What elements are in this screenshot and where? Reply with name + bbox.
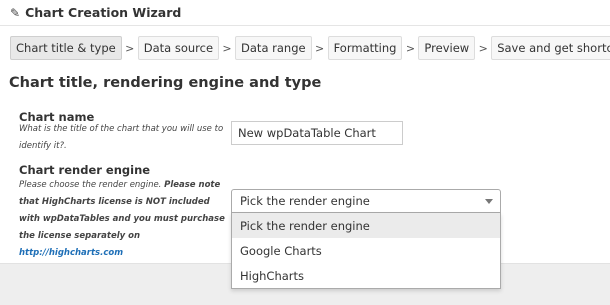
option-pick-render-engine[interactable]: Pick the render engine — [232, 213, 500, 238]
wizard-header: ✎ Chart Creation Wizard — [0, 0, 610, 26]
step-chart-title-type[interactable]: Chart title & type — [10, 36, 122, 60]
step-formatting[interactable]: Formatting — [327, 36, 403, 60]
highcharts-link[interactable]: http://highcharts.com — [19, 248, 123, 258]
step-data-source[interactable]: Data source — [137, 36, 220, 60]
wizard-steps: Chart title & type > Data source > Data … — [10, 36, 610, 60]
render-engine-dropdown: Pick the render engine Google Charts Hig… — [231, 213, 501, 289]
chart-name-input[interactable] — [231, 121, 403, 145]
step-save-shortcode[interactable]: Save and get shortcode — [491, 36, 610, 60]
option-google-charts[interactable]: Google Charts — [232, 238, 500, 263]
step-separator: > — [405, 41, 416, 55]
option-highcharts[interactable]: HighCharts — [232, 263, 500, 288]
render-engine-selected: Pick the render engine — [240, 194, 370, 208]
render-engine-help: Please choose the render engine. Please … — [19, 177, 227, 262]
render-engine-select[interactable]: Pick the render engine — [231, 189, 501, 213]
section-title: Chart title, rendering engine and type — [9, 75, 322, 91]
step-separator: > — [222, 41, 232, 55]
step-separator: > — [314, 41, 325, 55]
step-preview[interactable]: Preview — [418, 36, 476, 60]
chart-name-help: What is the title of the chart that you … — [19, 124, 224, 151]
step-separator: > — [478, 41, 488, 55]
render-engine-label: Chart render engine — [19, 163, 151, 177]
wizard-title: Chart Creation Wizard — [25, 5, 182, 20]
step-data-range[interactable]: Data range — [235, 36, 312, 60]
chevron-down-icon — [485, 199, 493, 204]
step-separator: > — [125, 41, 135, 55]
pencil-icon: ✎ — [10, 5, 21, 20]
render-engine-help-text: Please choose the render engine. — [19, 180, 165, 190]
